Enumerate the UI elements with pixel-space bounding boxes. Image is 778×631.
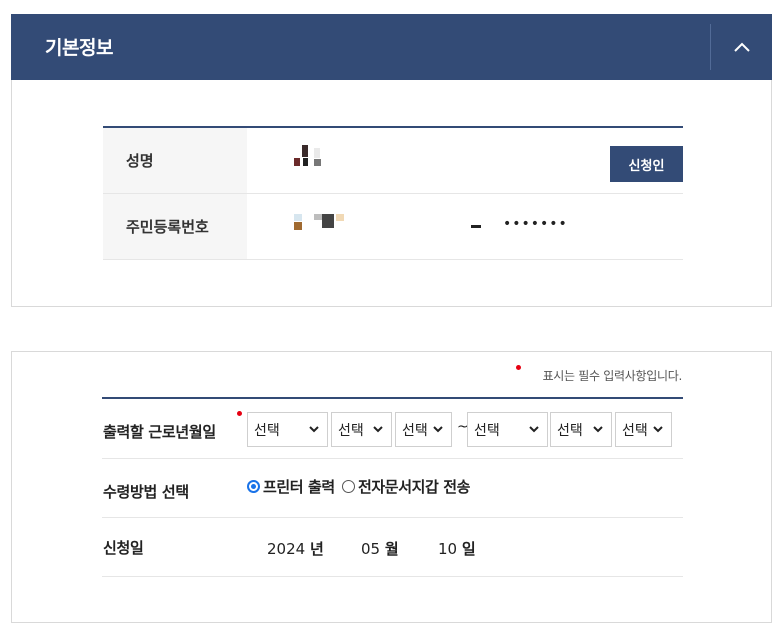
name-label: 성명: [103, 128, 247, 193]
date-day: 10 일: [438, 538, 476, 559]
end-month-select[interactable]: 선택: [550, 412, 612, 447]
chevron-down-icon: [653, 426, 663, 433]
period-label: 출력할 근로년월일: [103, 423, 216, 441]
rrn-row: 주민등록번호 •••••••: [103, 194, 683, 260]
date-month-unit: 월: [384, 540, 399, 558]
start-month-select[interactable]: 선택: [331, 412, 392, 447]
end-year-select[interactable]: 선택: [467, 412, 548, 447]
rrn-separator: [471, 225, 481, 228]
end-day-select[interactable]: 선택: [615, 412, 672, 447]
radio-e-wallet[interactable]: 전자문서지갑 전송: [342, 476, 470, 497]
date-year-unit: 년: [309, 540, 324, 558]
required-mark: [516, 365, 521, 370]
request-date-label: 신청일: [103, 539, 144, 557]
request-form-panel: 표시는 필수 입력사항입니다. 출력할 근로년월일 선택 선택 선택 ~ 선택: [11, 351, 772, 623]
chevron-down-icon: [309, 426, 319, 433]
chevron-down-icon: [433, 426, 443, 433]
radio-e-wallet-label: 전자문서지갑 전송: [358, 478, 471, 496]
required-note: 표시는 필수 입력사항입니다.: [542, 369, 683, 383]
name-row: 성명 신청인: [103, 128, 683, 194]
start-month-select-value: 선택: [338, 422, 364, 439]
date-year-value: 2024: [267, 540, 306, 558]
basic-info-panel: 성명 신청인 주민등록번호 •••••••: [11, 80, 772, 307]
chevron-down-icon: [529, 426, 539, 433]
end-day-select-value: 선택: [622, 422, 648, 439]
chevron-up-icon: [733, 42, 750, 52]
receive-method-row: 수령방법 선택 프린터 출력 전자문서지갑 전송: [102, 459, 683, 518]
start-year-select[interactable]: 선택: [247, 412, 328, 447]
end-year-select-value: 선택: [474, 422, 500, 439]
start-day-select[interactable]: 선택: [395, 412, 452, 447]
start-day-select-value: 선택: [402, 422, 428, 439]
basic-info-title: 기본정보: [45, 37, 113, 59]
period-row: 출력할 근로년월일 선택 선택 선택 ~ 선택 선택 선택: [102, 399, 683, 459]
radio-printer[interactable]: 프린터 출력: [247, 476, 335, 497]
basic-info-table: 성명 신청인 주민등록번호 •••••••: [103, 126, 683, 260]
request-form-table: 출력할 근로년월일 선택 선택 선택 ~ 선택 선택 선택 수령방법 선택 프린…: [102, 397, 683, 577]
date-day-unit: 일: [461, 540, 476, 558]
radio-selected-icon[interactable]: [247, 480, 260, 493]
chevron-down-icon: [593, 426, 603, 433]
date-month: 05 월: [361, 538, 399, 559]
basic-info-header: 기본정보: [11, 14, 772, 80]
chevron-down-icon: [373, 426, 383, 433]
radio-printer-label: 프린터 출력: [263, 478, 335, 496]
date-month-value: 05: [361, 540, 381, 558]
request-date-row: 신청일 2024 년 05 월 10 일: [102, 518, 683, 577]
period-required-mark: [237, 411, 242, 416]
rrn-back-masked: •••••••: [503, 216, 568, 232]
end-month-select-value: 선택: [557, 422, 583, 439]
rrn-label: 주민등록번호: [103, 194, 247, 259]
date-day-value: 10: [438, 540, 458, 558]
applicant-button[interactable]: 신청인: [610, 146, 683, 182]
radio-unselected-icon[interactable]: [342, 480, 355, 493]
start-year-select-value: 선택: [254, 422, 280, 439]
collapse-button[interactable]: [710, 24, 772, 70]
date-year: 2024 년: [267, 538, 324, 559]
receive-method-label: 수령방법 선택: [103, 483, 189, 501]
